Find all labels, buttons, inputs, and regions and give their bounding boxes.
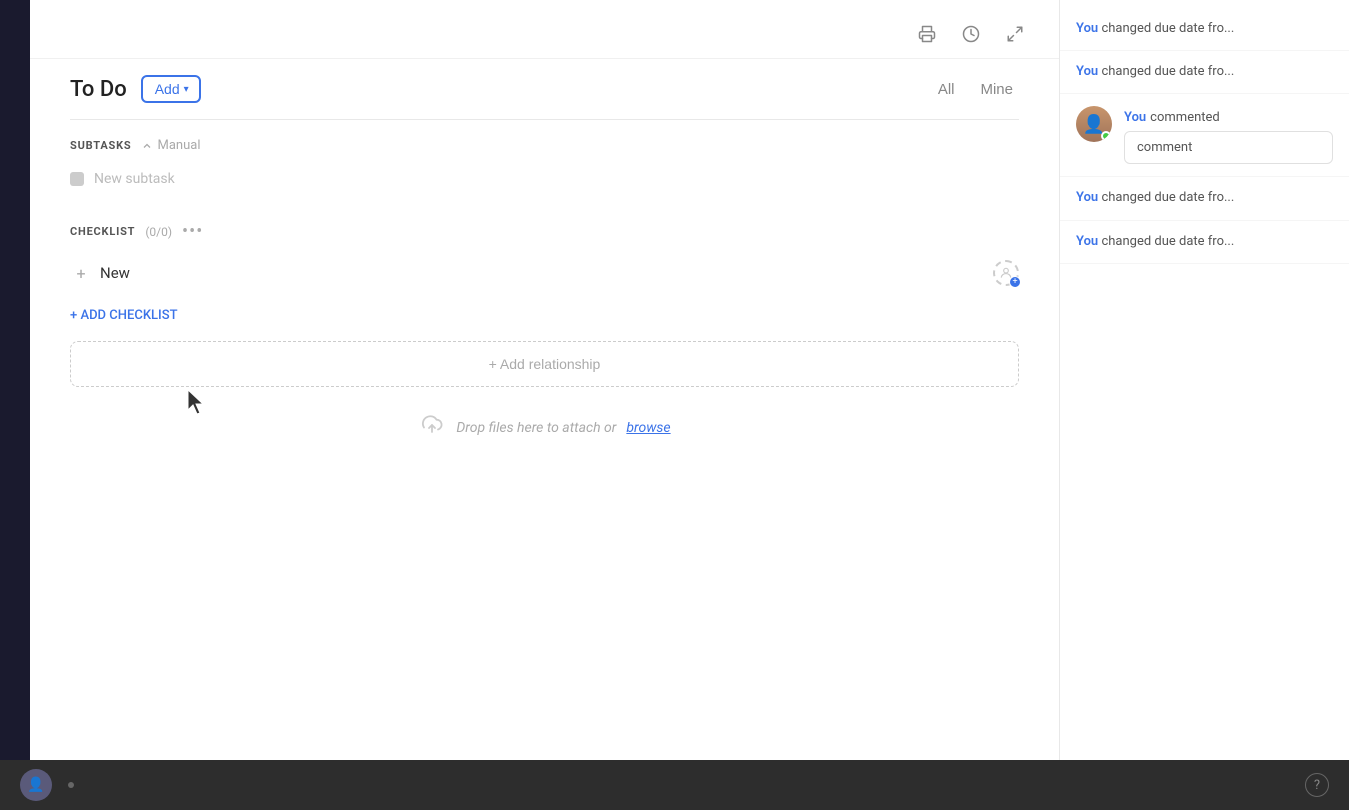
expand-icon[interactable] bbox=[1001, 20, 1029, 48]
avatar: 👤 bbox=[1076, 106, 1112, 142]
comment-activity: 👤 You commented comment bbox=[1060, 94, 1349, 177]
checklist-title: CHECKLIST bbox=[70, 225, 135, 238]
checklist-item-label[interactable]: New bbox=[100, 264, 130, 282]
activity-you-2: You bbox=[1076, 64, 1098, 79]
checklist-menu-icon[interactable]: ••• bbox=[182, 221, 203, 242]
bottom-bar: 👤 ? bbox=[0, 760, 1349, 810]
activity-you-4: You bbox=[1076, 190, 1098, 205]
comment-action-text: commented bbox=[1150, 110, 1220, 125]
drop-files-area: Drop files here to attach or browse bbox=[30, 397, 1059, 459]
comment-body: You commented comment bbox=[1124, 106, 1333, 164]
assign-avatar-wrapper: + bbox=[993, 260, 1019, 286]
upload-icon bbox=[418, 413, 446, 443]
task-header: To Do Add ▾ All Mine bbox=[30, 59, 1059, 119]
main-container: To Do Add ▾ All Mine SUBTASKS Manual bbox=[0, 0, 1349, 810]
add-checklist-link[interactable]: + ADD CHECKLIST bbox=[30, 300, 1059, 331]
print-icon[interactable] bbox=[913, 20, 941, 48]
activity-text-5: changed due date fro... bbox=[1101, 234, 1234, 249]
new-subtask-row: New subtask bbox=[70, 165, 1019, 193]
activity-item: You changed due date fro... bbox=[1060, 51, 1349, 94]
chevron-down-icon: ▾ bbox=[184, 84, 189, 95]
task-title: To Do bbox=[70, 77, 127, 102]
subtasks-section: SUBTASKS Manual New subtask bbox=[30, 120, 1059, 203]
right-sidebar: You changed due date fro... You changed … bbox=[1059, 0, 1349, 810]
add-relationship-section: + Add relationship bbox=[30, 331, 1059, 397]
sidebar-strip bbox=[0, 0, 30, 810]
top-toolbar bbox=[30, 0, 1059, 59]
filter-mine-button[interactable]: Mine bbox=[974, 77, 1019, 102]
checklist-item-row: + New + bbox=[70, 256, 1019, 290]
online-indicator bbox=[1101, 131, 1111, 141]
activity-text-4: changed due date fro... bbox=[1101, 190, 1234, 205]
filter-all-button[interactable]: All bbox=[932, 77, 961, 102]
activity-list: You changed due date fro... You changed … bbox=[1060, 0, 1349, 264]
help-icon: ? bbox=[1314, 778, 1320, 793]
add-button-label: Add bbox=[155, 81, 180, 97]
activity-text-2: changed due date fro... bbox=[1101, 64, 1234, 79]
drop-files-text: Drop files here to attach or bbox=[456, 420, 616, 436]
activity-item: You changed due date fro... bbox=[1060, 177, 1349, 220]
subtasks-header: SUBTASKS Manual bbox=[70, 138, 1019, 153]
new-subtask-input[interactable]: New subtask bbox=[94, 171, 1019, 187]
content-area: To Do Add ▾ All Mine SUBTASKS Manual bbox=[30, 0, 1059, 810]
comment-text-box: comment bbox=[1124, 131, 1333, 164]
activity-item: You changed due date fro... bbox=[1060, 8, 1349, 51]
help-button[interactable]: ? bbox=[1305, 773, 1329, 797]
activity-you-5: You bbox=[1076, 234, 1098, 249]
activity-you-1: You bbox=[1076, 21, 1098, 36]
checklist-section: CHECKLIST (0/0) ••• + New bbox=[30, 203, 1059, 300]
bottom-dot-1 bbox=[68, 782, 74, 788]
add-relationship-button[interactable]: + Add relationship bbox=[70, 341, 1019, 387]
manual-sort-button[interactable]: Manual bbox=[141, 138, 200, 153]
add-checklist-item-icon[interactable]: + bbox=[72, 264, 90, 283]
comment-text: comment bbox=[1137, 140, 1192, 155]
bottom-avatar[interactable]: 👤 bbox=[20, 769, 52, 801]
checklist-header: CHECKLIST (0/0) ••• bbox=[70, 221, 1019, 242]
checklist-count: (0/0) bbox=[145, 225, 172, 239]
activity-item: You changed due date fro... bbox=[1060, 221, 1349, 264]
history-icon[interactable] bbox=[957, 20, 985, 48]
browse-link[interactable]: browse bbox=[626, 420, 670, 436]
subtasks-title: SUBTASKS bbox=[70, 139, 131, 152]
filter-buttons: All Mine bbox=[932, 77, 1019, 102]
comment-author: You bbox=[1124, 110, 1146, 125]
activity-text-1: changed due date fro... bbox=[1101, 21, 1234, 36]
manual-sort-label: Manual bbox=[157, 138, 200, 153]
assign-plus-icon: + bbox=[1009, 276, 1021, 288]
subtask-checkbox bbox=[70, 172, 84, 186]
add-button[interactable]: Add ▾ bbox=[141, 75, 201, 103]
checklist-item-text: New bbox=[100, 264, 983, 282]
